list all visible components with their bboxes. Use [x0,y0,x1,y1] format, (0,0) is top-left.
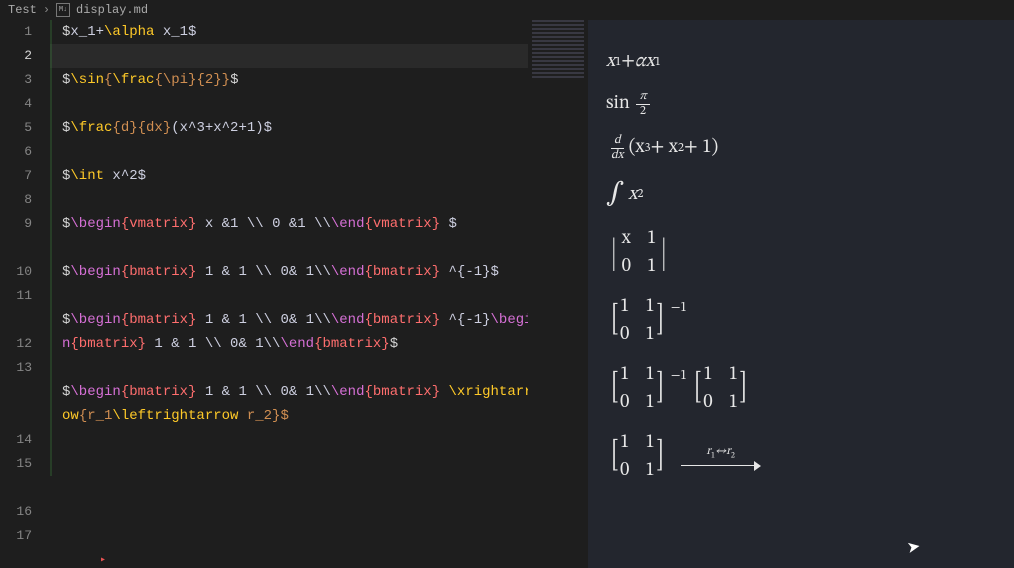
math-expr-vmatrix: | x101 | [606,227,996,279]
breadcrumb-root[interactable]: Test [8,3,37,17]
breadcrumb[interactable]: Test › M↓ display.md [0,0,1014,20]
code-line[interactable] [50,284,538,308]
line-number: 10 [16,260,32,284]
math-expr-bmatrix-arrow: [ 1101 ] r1↔r2 [606,431,996,483]
code-line[interactable] [50,92,538,116]
line-number: 12 [16,332,32,356]
line-number: 7 [24,164,32,188]
line-number: 15 [16,452,32,500]
code-line[interactable] [50,452,538,476]
code-line[interactable]: $\begin{bmatrix} 1 & 1 \\ 0& 1\\\end{bma… [50,308,538,356]
markdown-file-icon: M↓ [56,3,70,17]
minimap[interactable] [528,20,588,568]
code-line[interactable]: $\begin{bmatrix} 1 & 1 \\ 0& 1\\\end{bma… [50,260,538,284]
chevron-right-icon: › [43,3,50,17]
code-line[interactable]: $\int x^2$ [50,164,538,188]
math-expr-line4: ∫x2 [606,178,996,211]
code-line[interactable]: $\sin{\frac{\pi}{2}}$ [50,68,538,92]
code-line[interactable]: $\begin{bmatrix} 1 & 1 \\ 0& 1\\\end{bma… [50,380,538,428]
line-number: 14 [16,428,32,452]
mouse-cursor-icon: ➤ [905,536,922,559]
code-line[interactable]: $\begin{vmatrix} x &1 \\ 0 &1 \\\end{vma… [50,212,538,236]
xrightarrow-icon: r1↔r2 [681,444,761,471]
code-line[interactable] [50,356,538,380]
code-line-active[interactable] [50,44,538,68]
math-expr-bmatrix-pair: [ 1101 ] −1 [ 1101 ] [606,363,996,415]
line-number: 9 [24,212,32,260]
line-number: 16 [16,500,32,524]
math-expr-line2: sin π2 [606,90,996,118]
minimap-thumbnail [532,20,584,80]
code-line[interactable]: $\frac{d}{dx}(x^3+x^2+1)$ [50,116,538,140]
code-line[interactable] [50,236,538,260]
line-number: 3 [24,68,32,92]
line-number: 1 [24,20,32,44]
line-number: 17 [16,524,32,548]
line-number: 8 [24,188,32,212]
markdown-preview-pane: x1 + αx1 sin π2 ddx (x3 + x2 + 1) ∫x2 | … [588,20,1014,568]
editor-pane[interactable]: 1 2 3 4 5 6 7 8 9 10 11 12 13 14 15 16 1… [0,20,588,568]
line-number-gutter: 1 2 3 4 5 6 7 8 9 10 11 12 13 14 15 16 1… [0,20,50,568]
code-line[interactable]: $x_1+\alpha x_1$ [50,20,538,44]
fold-indicator-icon: ▸ [100,554,106,566]
line-number: 6 [24,140,32,164]
math-expr-bmatrix-inv: [ 1101 ] −1 [606,295,996,347]
line-number: 13 [16,356,32,428]
code-line[interactable] [50,428,538,452]
line-number: 11 [16,284,32,332]
line-number: 5 [24,116,32,140]
code-area[interactable]: $x_1+\alpha x_1$ $\sin{\frac{\pi}{2}}$ $… [50,20,588,568]
code-line[interactable] [50,188,538,212]
breadcrumb-file[interactable]: display.md [76,3,148,17]
code-line[interactable] [50,140,538,164]
math-expr-line3: ddx (x3 + x2 + 1) [606,134,996,162]
line-number: 2 [24,44,32,68]
math-expr-line1: x1 + αx1 [606,50,996,74]
line-number: 4 [24,92,32,116]
